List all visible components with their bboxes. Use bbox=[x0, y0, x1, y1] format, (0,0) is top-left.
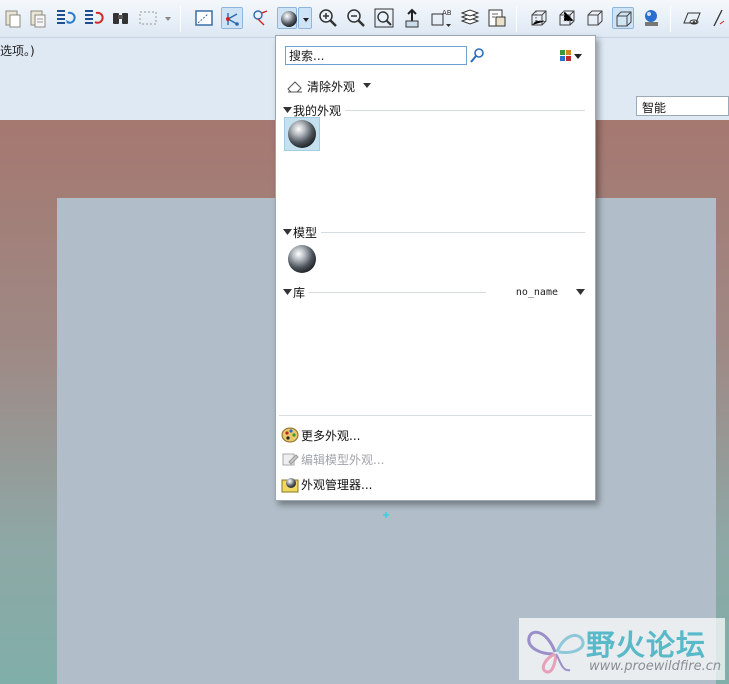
paste-special-icon[interactable] bbox=[27, 7, 49, 29]
toolbar-separator bbox=[516, 6, 517, 32]
chevron-down-icon bbox=[363, 83, 372, 88]
find-icon[interactable] bbox=[110, 7, 132, 29]
appearance-manager-button[interactable]: 外观管理器... bbox=[281, 474, 372, 494]
section-divider bbox=[321, 231, 585, 233]
clear-appearance-button[interactable]: 清除外观 bbox=[286, 77, 372, 95]
zoom-in-icon[interactable] bbox=[317, 7, 339, 29]
paste-icon[interactable] bbox=[2, 7, 24, 29]
section-divider bbox=[345, 109, 585, 111]
cursor-marker-icon bbox=[383, 507, 389, 518]
library-header[interactable]: 库 no_name bbox=[283, 284, 585, 300]
datum-filter-icon[interactable] bbox=[249, 7, 271, 29]
toolbar-separator bbox=[670, 6, 671, 32]
watermark-title: 野火论坛 bbox=[586, 628, 707, 662]
zoom-out-icon[interactable] bbox=[345, 7, 367, 29]
perspective-icon[interactable] bbox=[682, 7, 704, 29]
collapse-triangle-icon bbox=[283, 289, 292, 295]
datum-display-icon[interactable] bbox=[221, 7, 243, 29]
appearance-search-input[interactable] bbox=[285, 46, 467, 65]
appearance-gallery-icon[interactable] bbox=[277, 7, 297, 29]
annotation-display-icon[interactable]: AB bbox=[429, 7, 455, 29]
edit-model-appearance-label: 编辑模型外观... bbox=[301, 452, 385, 467]
gallery-view-options-icon[interactable] bbox=[558, 48, 586, 64]
sphere-swatch-icon bbox=[288, 245, 316, 273]
hidden-line-icon[interactable] bbox=[556, 7, 578, 29]
main-toolbar: AB bbox=[0, 0, 729, 38]
appearance-dropdown-icon[interactable] bbox=[298, 7, 312, 29]
watermark-url: www.proewildfire.cn bbox=[589, 659, 722, 674]
my-appearances-label: 我的外观 bbox=[293, 103, 342, 118]
edit-model-appearance-button[interactable]: 编辑模型外观... bbox=[281, 449, 384, 469]
search-icon[interactable] bbox=[469, 47, 485, 65]
collapse-triangle-icon bbox=[283, 107, 292, 113]
shading-icon[interactable] bbox=[612, 7, 634, 29]
sphere-swatch-icon bbox=[288, 120, 316, 148]
clear-appearance-label: 清除外观 bbox=[307, 79, 356, 94]
more-appearances-label: 更多外观... bbox=[301, 428, 361, 443]
model-header[interactable]: 模型 bbox=[283, 224, 585, 240]
regenerate-icon[interactable] bbox=[54, 7, 76, 29]
sketch-view-icon[interactable] bbox=[709, 7, 729, 29]
butterfly-logo-icon bbox=[527, 630, 585, 674]
layers-icon[interactable] bbox=[459, 7, 481, 29]
model-appearance-swatch[interactable] bbox=[284, 242, 320, 276]
wireframe-icon[interactable] bbox=[528, 7, 550, 29]
toolbar-separator bbox=[180, 6, 181, 32]
appearance-manager-label: 外观管理器... bbox=[301, 477, 373, 492]
orient-icon[interactable] bbox=[401, 7, 423, 29]
selection-filter-select[interactable]: 智能 bbox=[636, 96, 729, 116]
library-name-select[interactable]: no_name bbox=[516, 287, 558, 298]
more-appearances-button[interactable]: 更多外观... bbox=[281, 425, 360, 445]
eraser-icon bbox=[287, 81, 302, 93]
message-hint: 选项。) bbox=[0, 44, 35, 58]
palette-icon bbox=[281, 427, 299, 443]
edit-appearance-icon bbox=[282, 453, 299, 466]
selection-box-icon[interactable] bbox=[137, 7, 159, 29]
model-label: 模型 bbox=[293, 225, 318, 240]
my-appearance-swatch[interactable] bbox=[284, 117, 320, 151]
appearance-gallery-panel: 清除外观 我的外观 模型 库 no_name 更多外观... 编辑模型外观...… bbox=[275, 35, 596, 501]
refit-icon[interactable] bbox=[373, 7, 395, 29]
select-dropdown-icon[interactable] bbox=[162, 7, 174, 29]
graphics-window-icon[interactable] bbox=[193, 7, 215, 29]
forum-watermark: 野火论坛 www.proewildfire.cn bbox=[519, 618, 725, 680]
section-divider bbox=[309, 291, 486, 293]
actions-divider bbox=[279, 415, 592, 416]
no-hidden-icon[interactable] bbox=[584, 7, 606, 29]
display-style-icon[interactable] bbox=[640, 7, 662, 29]
svg-text:AB: AB bbox=[442, 9, 452, 17]
collapse-triangle-icon bbox=[283, 229, 292, 235]
library-label: 库 bbox=[293, 285, 306, 300]
chevron-down-icon[interactable] bbox=[576, 289, 585, 295]
appearance-manager-icon bbox=[281, 478, 299, 493]
view-manager-icon[interactable] bbox=[486, 7, 508, 29]
my-appearances-header[interactable]: 我的外观 bbox=[283, 102, 585, 118]
regenerate-manager-icon[interactable] bbox=[82, 7, 104, 29]
